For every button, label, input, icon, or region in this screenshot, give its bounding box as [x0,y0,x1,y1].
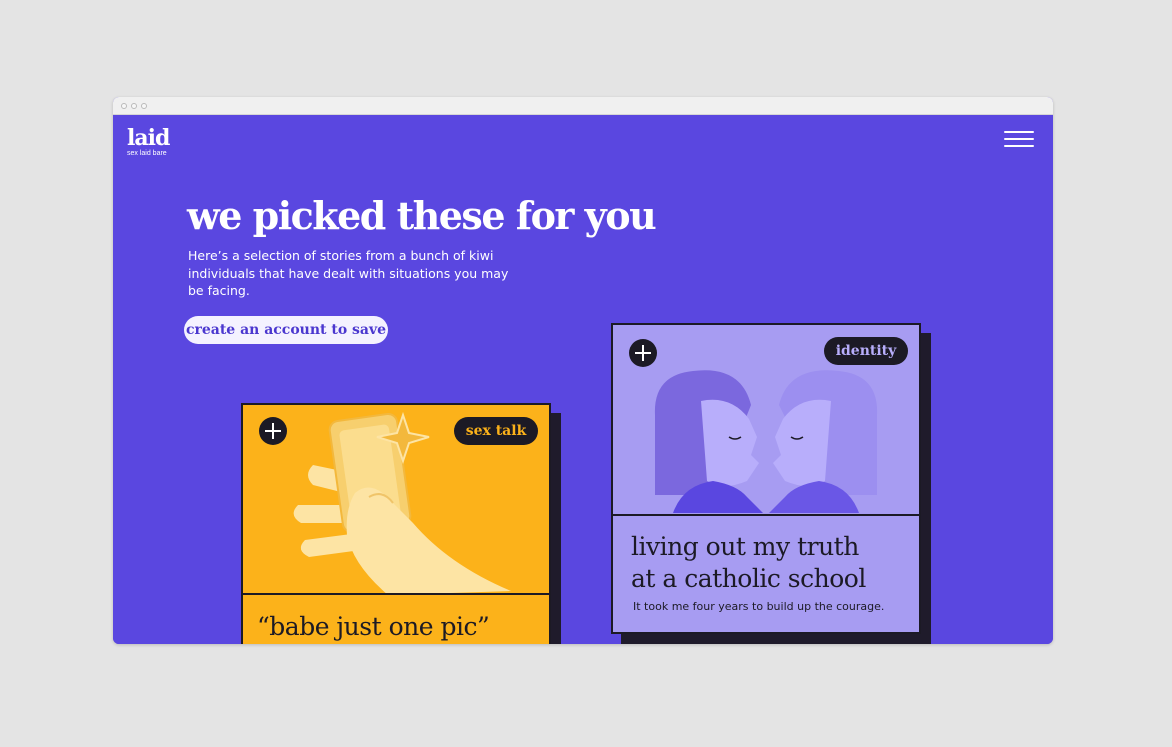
card-shadow [621,634,931,644]
card-title-line: living out my truth [631,532,859,561]
story-card-sex-talk[interactable]: sex talk “babe just one pic” [241,403,551,644]
logo-tagline: sex laid bare [127,150,167,157]
card-title: living out my truth at a catholic school [631,531,866,595]
page-description: Here’s a selection of stories from a bun… [188,248,509,298]
card-shadow [551,413,561,644]
logo-wordmark: laid [127,125,170,151]
card-shadow [921,333,931,644]
add-story-icon[interactable] [259,417,287,445]
page: laid sex laid bare we picked these for y… [113,115,1053,644]
card-title: “babe just one pic” [257,612,490,641]
window-dot-icon [121,103,127,109]
create-account-button[interactable]: create an account to save [184,316,388,344]
browser-window: laid sex laid bare we picked these for y… [113,97,1053,644]
card-divider [243,593,549,595]
card-title-line: at a catholic school [631,564,866,593]
hamburger-menu-icon[interactable] [1004,131,1034,149]
logo[interactable]: laid sex laid bare [127,125,170,158]
tag-sex-talk[interactable]: sex talk [454,417,538,445]
card-subtitle: It took me four years to build up the co… [633,600,885,613]
card-divider [613,514,919,516]
page-title: we picked these for you [187,193,657,238]
add-story-icon[interactable] [629,339,657,367]
window-dot-icon [141,103,147,109]
tag-identity[interactable]: identity [824,337,908,365]
browser-chrome [113,97,1053,115]
story-card-identity[interactable]: identity living out my truth at a cathol… [611,323,921,634]
window-dot-icon [131,103,137,109]
